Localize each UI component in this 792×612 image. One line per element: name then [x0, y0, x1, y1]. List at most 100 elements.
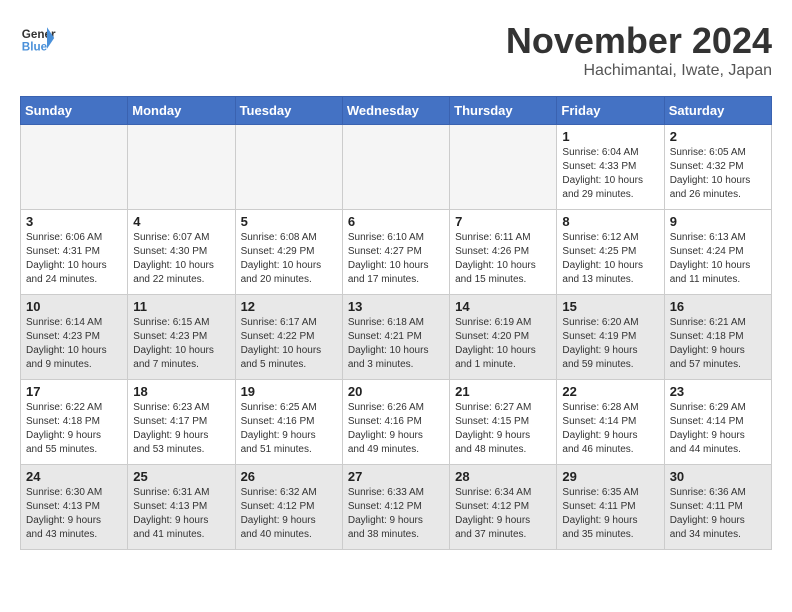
day-info: Sunrise: 6:18 AM Sunset: 4:21 PM Dayligh…	[348, 316, 444, 372]
calendar-day-cell: 7 Sunrise: 6:11 AM Sunset: 4:26 PM Daylig…	[450, 210, 557, 295]
calendar-week-row: 24 Sunrise: 6:30 AM Sunset: 4:13 PM Dayli…	[21, 465, 772, 550]
calendar-day-cell: 13 Sunrise: 6:18 AM Sunset: 4:21 PM Dayli…	[342, 295, 449, 380]
calendar-day-cell: 26 Sunrise: 6:32 AM Sunset: 4:12 PM Dayli…	[235, 465, 342, 550]
day-info: Sunrise: 6:21 AM Sunset: 4:18 PM Dayligh…	[670, 316, 766, 372]
day-info: Sunrise: 6:27 AM Sunset: 4:15 PM Dayligh…	[455, 401, 551, 457]
calendar-day-cell: 9 Sunrise: 6:13 AM Sunset: 4:24 PM Daylig…	[664, 210, 771, 295]
day-number: 11	[133, 299, 229, 314]
day-number: 30	[670, 469, 766, 484]
day-number: 15	[562, 299, 658, 314]
calendar-day-cell: 28 Sunrise: 6:34 AM Sunset: 4:12 PM Dayli…	[450, 465, 557, 550]
calendar-day-cell: 8 Sunrise: 6:12 AM Sunset: 4:25 PM Daylig…	[557, 210, 664, 295]
page-header: General Blue November 2024 Hachimantai, …	[20, 20, 772, 80]
day-number: 28	[455, 469, 551, 484]
day-info: Sunrise: 6:13 AM Sunset: 4:24 PM Dayligh…	[670, 231, 766, 287]
calendar-day-cell	[235, 125, 342, 210]
day-info: Sunrise: 6:11 AM Sunset: 4:26 PM Dayligh…	[455, 231, 551, 287]
calendar-week-row: 3Sunrise: 6:06 AM Sunset: 4:31 PM Daylig…	[21, 210, 772, 295]
calendar-day-cell: 18 Sunrise: 6:23 AM Sunset: 4:17 PM Dayli…	[128, 380, 235, 465]
day-number: 19	[241, 384, 337, 399]
day-info: Sunrise: 6:26 AM Sunset: 4:16 PM Dayligh…	[348, 401, 444, 457]
calendar-day-cell: 25 Sunrise: 6:31 AM Sunset: 4:13 PM Dayli…	[128, 465, 235, 550]
day-number: 10	[26, 299, 122, 314]
day-info: Sunrise: 6:29 AM Sunset: 4:14 PM Dayligh…	[670, 401, 766, 457]
calendar-day-cell: 29 Sunrise: 6:35 AM Sunset: 4:11 PM Dayli…	[557, 465, 664, 550]
day-number: 6	[348, 214, 444, 229]
calendar-table: SundayMondayTuesdayWednesdayThursdayFrid…	[20, 96, 772, 550]
calendar-day-cell: 14Sunrise: 6:19 AM Sunset: 4:20 PM Dayli…	[450, 295, 557, 380]
calendar-week-row: 17 Sunrise: 6:22 AM Sunset: 4:18 PM Dayli…	[21, 380, 772, 465]
day-info: Sunrise: 6:30 AM Sunset: 4:13 PM Dayligh…	[26, 486, 122, 542]
day-info: Sunrise: 6:14 AM Sunset: 4:23 PM Dayligh…	[26, 316, 122, 372]
calendar-day-cell	[450, 125, 557, 210]
day-info: Sunrise: 6:22 AM Sunset: 4:18 PM Dayligh…	[26, 401, 122, 457]
day-info: Sunrise: 6:36 AM Sunset: 4:11 PM Dayligh…	[670, 486, 766, 542]
day-info: Sunrise: 6:12 AM Sunset: 4:25 PM Dayligh…	[562, 231, 658, 287]
day-info: Sunrise: 6:23 AM Sunset: 4:17 PM Dayligh…	[133, 401, 229, 457]
calendar-week-row: 10 Sunrise: 6:14 AM Sunset: 4:23 PM Dayli…	[21, 295, 772, 380]
day-number: 7	[455, 214, 551, 229]
day-info: Sunrise: 6:25 AM Sunset: 4:16 PM Dayligh…	[241, 401, 337, 457]
day-number: 4	[133, 214, 229, 229]
calendar-title: November 2024	[506, 20, 772, 62]
day-info: Sunrise: 6:35 AM Sunset: 4:11 PM Dayligh…	[562, 486, 658, 542]
day-info: Sunrise: 6:10 AM Sunset: 4:27 PM Dayligh…	[348, 231, 444, 287]
calendar-day-cell	[342, 125, 449, 210]
day-number: 17	[26, 384, 122, 399]
day-info: Sunrise: 6:31 AM Sunset: 4:13 PM Dayligh…	[133, 486, 229, 542]
day-number: 5	[241, 214, 337, 229]
day-number: 13	[348, 299, 444, 314]
day-info: Sunrise: 6:20 AM Sunset: 4:19 PM Dayligh…	[562, 316, 658, 372]
day-number: 2	[670, 129, 766, 144]
day-number: 21	[455, 384, 551, 399]
day-number: 3	[26, 214, 122, 229]
day-info: Sunrise: 6:08 AM Sunset: 4:29 PM Dayligh…	[241, 231, 337, 287]
day-info: Sunrise: 6:07 AM Sunset: 4:30 PM Dayligh…	[133, 231, 229, 287]
calendar-day-cell: 1Sunrise: 6:04 AM Sunset: 4:33 PM Daylig…	[557, 125, 664, 210]
day-info: Sunrise: 6:34 AM Sunset: 4:12 PM Dayligh…	[455, 486, 551, 542]
calendar-day-cell: 17 Sunrise: 6:22 AM Sunset: 4:18 PM Dayli…	[21, 380, 128, 465]
day-number: 18	[133, 384, 229, 399]
day-number: 25	[133, 469, 229, 484]
day-number: 1	[562, 129, 658, 144]
weekday-header: Tuesday	[235, 97, 342, 125]
day-number: 9	[670, 214, 766, 229]
calendar-day-cell: 3Sunrise: 6:06 AM Sunset: 4:31 PM Daylig…	[21, 210, 128, 295]
day-info: Sunrise: 6:28 AM Sunset: 4:14 PM Dayligh…	[562, 401, 658, 457]
day-number: 29	[562, 469, 658, 484]
day-number: 26	[241, 469, 337, 484]
calendar-day-cell: 6 Sunrise: 6:10 AM Sunset: 4:27 PM Daylig…	[342, 210, 449, 295]
day-number: 23	[670, 384, 766, 399]
day-number: 20	[348, 384, 444, 399]
calendar-day-cell: 12 Sunrise: 6:17 AM Sunset: 4:22 PM Dayli…	[235, 295, 342, 380]
day-number: 12	[241, 299, 337, 314]
calendar-day-cell: 24 Sunrise: 6:30 AM Sunset: 4:13 PM Dayli…	[21, 465, 128, 550]
calendar-day-cell: 27Sunrise: 6:33 AM Sunset: 4:12 PM Dayli…	[342, 465, 449, 550]
day-number: 8	[562, 214, 658, 229]
calendar-day-cell: 20 Sunrise: 6:26 AM Sunset: 4:16 PM Dayli…	[342, 380, 449, 465]
day-info: Sunrise: 6:15 AM Sunset: 4:23 PM Dayligh…	[133, 316, 229, 372]
calendar-day-cell	[21, 125, 128, 210]
calendar-week-row: 1Sunrise: 6:04 AM Sunset: 4:33 PM Daylig…	[21, 125, 772, 210]
calendar-day-cell: 19 Sunrise: 6:25 AM Sunset: 4:16 PM Dayli…	[235, 380, 342, 465]
day-number: 24	[26, 469, 122, 484]
day-info: Sunrise: 6:17 AM Sunset: 4:22 PM Dayligh…	[241, 316, 337, 372]
calendar-day-cell: 11 Sunrise: 6:15 AM Sunset: 4:23 PM Dayli…	[128, 295, 235, 380]
weekday-header: Wednesday	[342, 97, 449, 125]
weekday-header: Friday	[557, 97, 664, 125]
calendar-day-cell: 4 Sunrise: 6:07 AM Sunset: 4:30 PM Daylig…	[128, 210, 235, 295]
calendar-day-cell: 16 Sunrise: 6:21 AM Sunset: 4:18 PM Dayli…	[664, 295, 771, 380]
weekday-header: Thursday	[450, 97, 557, 125]
weekday-header: Saturday	[664, 97, 771, 125]
calendar-day-cell: 15 Sunrise: 6:20 AM Sunset: 4:19 PM Dayli…	[557, 295, 664, 380]
day-info: Sunrise: 6:32 AM Sunset: 4:12 PM Dayligh…	[241, 486, 337, 542]
calendar-day-cell: 10 Sunrise: 6:14 AM Sunset: 4:23 PM Dayli…	[21, 295, 128, 380]
calendar-day-cell: 21 Sunrise: 6:27 AM Sunset: 4:15 PM Dayli…	[450, 380, 557, 465]
svg-text:Blue: Blue	[22, 41, 48, 54]
calendar-day-cell	[128, 125, 235, 210]
day-number: 16	[670, 299, 766, 314]
calendar-day-cell: 30 Sunrise: 6:36 AM Sunset: 4:11 PM Dayli…	[664, 465, 771, 550]
calendar-subtitle: Hachimantai, Iwate, Japan	[506, 62, 772, 80]
weekday-header-row: SundayMondayTuesdayWednesdayThursdayFrid…	[21, 97, 772, 125]
calendar-day-cell: 5 Sunrise: 6:08 AM Sunset: 4:29 PM Daylig…	[235, 210, 342, 295]
